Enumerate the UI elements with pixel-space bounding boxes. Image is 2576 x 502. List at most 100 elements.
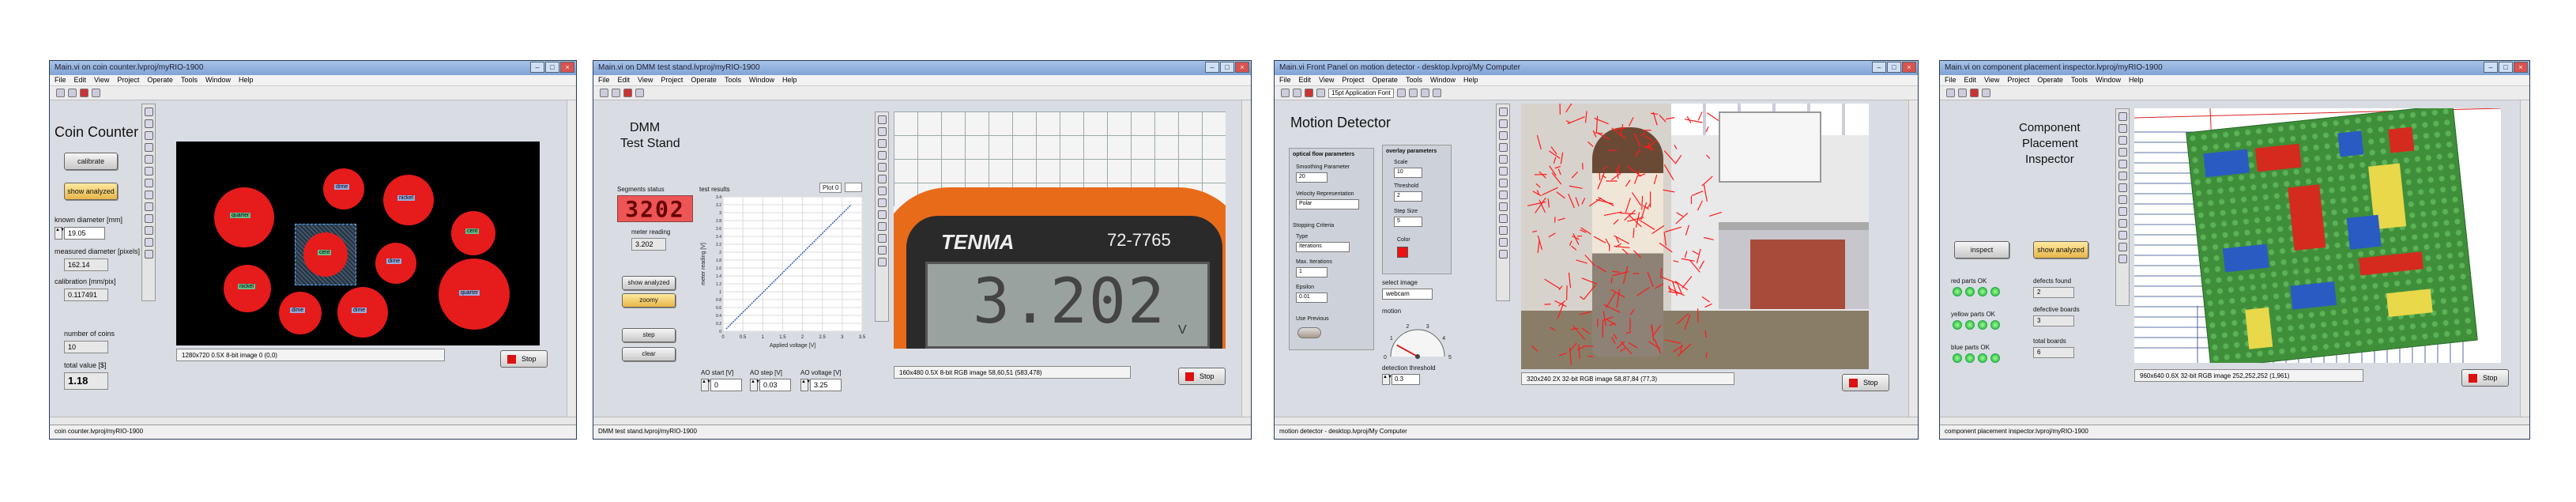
run-arrow-icon[interactable] <box>1946 89 1955 97</box>
inspect-button[interactable]: inspect <box>1954 241 2009 259</box>
epsilon-field[interactable]: 0.01 <box>1296 293 1328 303</box>
abort-icon[interactable] <box>1305 89 1313 97</box>
image-display[interactable]: quarter dime nickel cent cent dime nicke… <box>176 142 540 345</box>
menu-view[interactable]: View <box>94 76 109 85</box>
scale-field[interactable]: 10 <box>1394 168 1422 178</box>
threshold-field[interactable]: 2 <box>1394 191 1422 202</box>
polyline-icon[interactable] <box>877 234 887 243</box>
detection-threshold-increment[interactable]: ▲▼ <box>1382 374 1392 385</box>
run-arrow-icon[interactable] <box>56 89 65 97</box>
line-roi-icon[interactable] <box>2118 148 2127 157</box>
point-icon[interactable] <box>877 139 887 148</box>
close-icon[interactable]: × <box>1235 62 1249 73</box>
close-icon[interactable]: × <box>1902 62 1916 73</box>
line-roi-icon[interactable] <box>877 151 887 160</box>
calibrate-button[interactable]: calibrate <box>64 153 118 170</box>
horizontal-scrollbar[interactable] <box>1275 417 1918 425</box>
menu-tools[interactable]: Tools <box>725 76 741 85</box>
zoom-tool-icon[interactable] <box>1498 108 1508 116</box>
menu-project[interactable]: Project <box>1342 76 1364 85</box>
clear-button[interactable]: clear <box>622 347 676 361</box>
annulus-icon[interactable] <box>2118 195 2127 204</box>
menu-operate[interactable]: Operate <box>1372 76 1398 85</box>
maximize-icon[interactable]: □ <box>2499 62 2513 73</box>
smoothing-field[interactable]: 20 <box>1296 172 1328 183</box>
ao-voltage-increment[interactable]: ▲▼ <box>800 379 811 391</box>
menu-edit[interactable]: Edit <box>1964 76 1977 85</box>
horizontal-scrollbar[interactable] <box>593 417 1251 425</box>
freehand-icon[interactable] <box>1498 214 1508 223</box>
title-bar[interactable]: Main.vi Front Panel on motion detector -… <box>1275 61 1918 75</box>
menu-project[interactable]: Project <box>661 76 683 85</box>
menu-operate[interactable]: Operate <box>691 76 717 85</box>
menu-tools[interactable]: Tools <box>181 76 198 85</box>
rotated-rect-icon[interactable] <box>877 175 887 183</box>
pan-icon[interactable] <box>877 127 887 136</box>
close-icon[interactable]: × <box>2514 62 2528 73</box>
point-icon[interactable] <box>1498 131 1508 140</box>
zoom-tool-icon[interactable] <box>2118 112 2127 121</box>
vertical-scrollbar[interactable] <box>1241 100 1251 417</box>
ao-start-increment[interactable]: ▲▼ <box>701 379 711 391</box>
pause-icon[interactable] <box>635 89 644 97</box>
type-select[interactable]: Iterations <box>1296 242 1350 252</box>
menu-window[interactable]: Window <box>205 76 231 85</box>
oval-roi-icon[interactable] <box>877 187 887 195</box>
resize-icon[interactable] <box>1420 89 1429 97</box>
abort-icon[interactable] <box>623 89 632 97</box>
pan-icon[interactable] <box>144 226 153 235</box>
align-icon[interactable] <box>1396 89 1406 97</box>
menu-help[interactable]: Help <box>1463 76 1478 85</box>
rect-roi-icon[interactable] <box>877 163 887 172</box>
line-roi-icon[interactable] <box>1498 143 1508 152</box>
horizontal-scrollbar[interactable] <box>1940 417 2529 425</box>
ao-step-field[interactable]: 0.03 <box>759 379 791 391</box>
known-diameter-increment[interactable]: ▲▼ <box>55 227 65 240</box>
point-icon[interactable] <box>2118 136 2127 145</box>
menu-file[interactable]: File <box>598 76 610 85</box>
freehand-icon[interactable] <box>144 214 153 223</box>
menu-help[interactable]: Help <box>2129 76 2144 85</box>
step-size-field[interactable]: 5 <box>1394 217 1422 227</box>
menu-view[interactable]: View <box>1984 76 1999 85</box>
oval-roi-icon[interactable] <box>144 179 153 187</box>
distribute-icon[interactable] <box>1408 89 1418 97</box>
menu-edit[interactable]: Edit <box>1299 76 1312 85</box>
line-roi-icon[interactable] <box>144 191 153 199</box>
menu-edit[interactable]: Edit <box>74 76 87 85</box>
rotated-rect-icon[interactable] <box>2118 172 2127 180</box>
maximize-icon[interactable]: □ <box>545 62 559 73</box>
menu-window[interactable]: Window <box>1430 76 1456 85</box>
rect-roi-icon[interactable] <box>2118 160 2127 168</box>
max-iterations-field[interactable]: 1 <box>1296 267 1328 277</box>
polygon-roi-icon[interactable] <box>144 202 153 211</box>
brush-icon[interactable] <box>1498 238 1508 247</box>
menu-window[interactable]: Window <box>749 76 774 85</box>
select-image-dropdown[interactable]: webcam <box>1382 289 1433 300</box>
polygon-roi-icon[interactable] <box>1498 202 1508 211</box>
freehand-icon[interactable] <box>877 222 887 231</box>
detection-threshold-field[interactable]: 0.3 <box>1392 374 1420 385</box>
stop-button[interactable]: Stop <box>500 350 548 368</box>
board-image-display[interactable] <box>2134 108 2501 363</box>
rect-roi-icon[interactable] <box>1498 155 1508 164</box>
reorder-icon[interactable] <box>1432 89 1441 97</box>
menu-tools[interactable]: Tools <box>1406 76 1422 85</box>
font-selector[interactable]: 15pt Application Font <box>1328 88 1394 98</box>
menu-view[interactable]: View <box>638 76 653 85</box>
use-previous-toggle[interactable] <box>1297 327 1321 338</box>
brush-icon[interactable] <box>2118 243 2127 251</box>
stop-button[interactable]: Stop <box>1178 368 1226 385</box>
abort-icon[interactable] <box>80 89 89 97</box>
menu-help[interactable]: Help <box>782 76 797 85</box>
rect-roi-icon[interactable] <box>144 167 153 176</box>
run-continuously-icon[interactable] <box>68 89 77 97</box>
run-continuously-icon[interactable] <box>1293 89 1301 97</box>
step-button[interactable]: step <box>622 328 676 342</box>
pause-icon[interactable] <box>92 89 100 97</box>
polygon-roi-icon[interactable] <box>2118 207 2127 216</box>
title-bar[interactable]: Main.vi on coin counter.lvproj/myRIO-190… <box>50 61 576 75</box>
freehand-icon[interactable] <box>2118 219 2127 228</box>
wire-tool-icon[interactable] <box>144 143 153 152</box>
menu-operate[interactable]: Operate <box>147 76 173 85</box>
